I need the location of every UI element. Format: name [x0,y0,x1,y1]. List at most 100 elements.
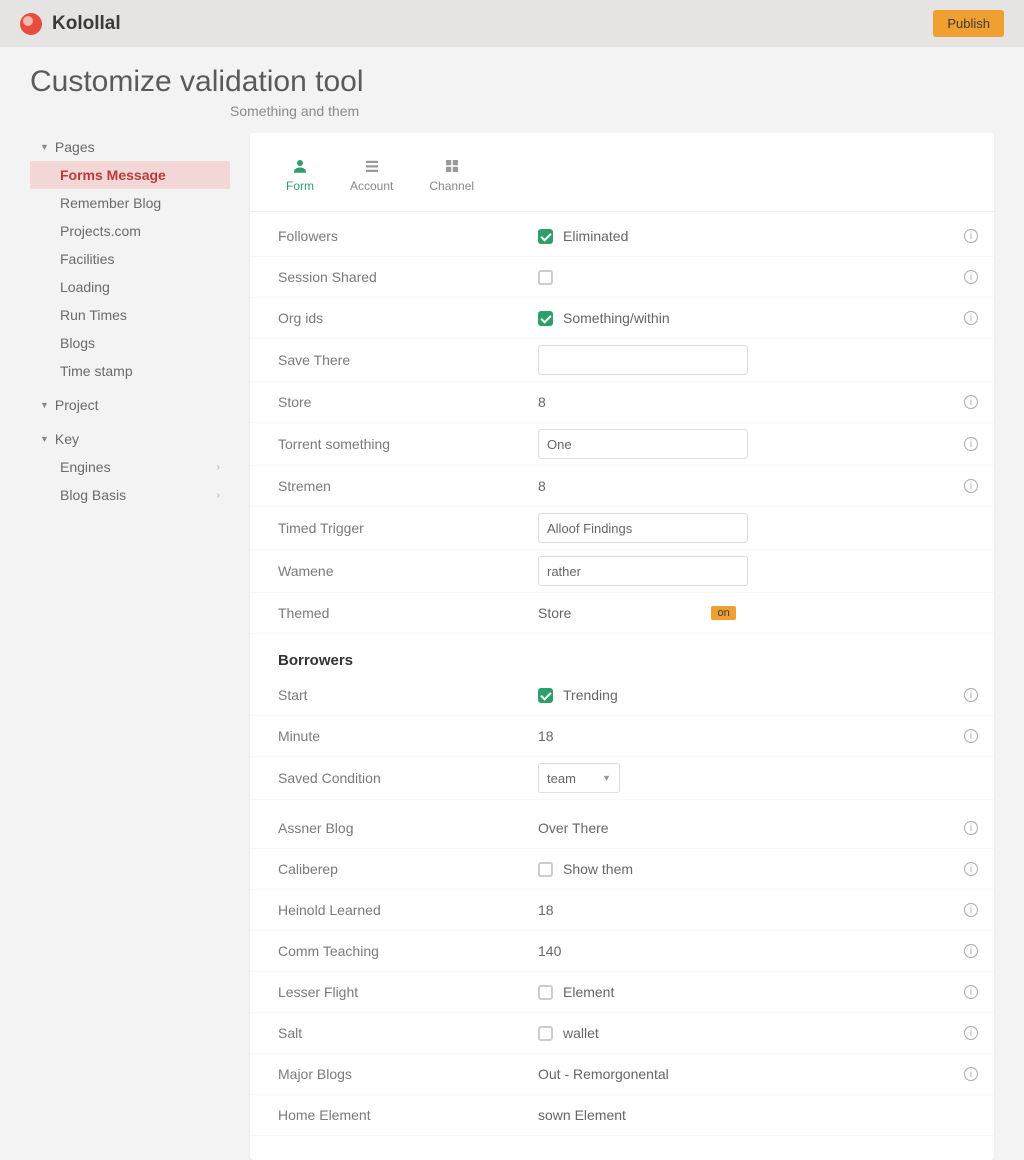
info-icon[interactable]: i [964,311,978,325]
info-icon[interactable]: i [964,1026,978,1040]
row-control [538,263,964,291]
info-icon[interactable]: i [964,729,978,743]
sidebar-item[interactable]: Time stamp [30,357,230,385]
text-input[interactable] [538,345,748,375]
publish-button[interactable]: Publish [933,10,1004,37]
form-row: Major BlogsOut - Remorgonentali [250,1054,994,1095]
sidebar-item[interactable]: Blogs [30,329,230,357]
checkbox[interactable] [538,688,553,703]
content-panel: Form Account Channel FollowersEliminated… [250,133,994,1160]
info-icon[interactable]: i [964,437,978,451]
status-badge: on [711,606,735,620]
info-icon[interactable]: i [964,1067,978,1081]
list-icon [361,155,383,177]
row-value: Out - Remorgonental [538,1066,669,1082]
row-value: Over There [538,820,609,836]
form-row: Comm Teaching140i [250,931,994,972]
text-input[interactable] [538,513,748,543]
sidebar-item[interactable]: Blog Basis › [30,481,230,509]
sidebar-item-label: Remember Blog [60,195,161,211]
info-icon[interactable]: i [964,985,978,999]
form-row: Wamene [250,550,994,593]
sidebar-item-label: Run Times [60,307,127,323]
form-row: Org idsSomething/withini [250,298,994,339]
checkbox[interactable] [538,985,553,1000]
tab-form[interactable]: Form [278,151,322,197]
row-control: Over There [538,814,964,842]
text-input[interactable] [538,556,748,586]
tab-channel[interactable]: Channel [421,151,482,197]
row-control: 18 [538,722,964,750]
checkbox-label: Trending [563,687,618,703]
sidebar-item[interactable]: Facilities [30,245,230,273]
select-value: team [547,771,576,786]
sidebar-header-pages[interactable]: ▼ Pages [30,133,230,161]
text-input[interactable] [538,429,748,459]
sidebar-item[interactable]: Run Times [30,301,230,329]
info-icon[interactable]: i [964,903,978,917]
breadcrumb: Something and them [30,103,359,119]
chevron-right-icon: › [217,490,220,501]
sidebar-item[interactable]: Remember Blog [30,189,230,217]
row-label: Themed [278,605,538,621]
row-label: Store [278,394,538,410]
row-label: Start [278,687,538,703]
checkbox[interactable] [538,311,553,326]
info-icon[interactable]: i [964,944,978,958]
form-row: Start Trending i [250,675,994,716]
row-label: Torrent something [278,436,538,452]
form-row: ThemedStoreon [250,593,994,634]
sidebar-header-label: Key [55,431,79,447]
row-label: Session Shared [278,269,538,285]
form-row: Saltwalleti [250,1013,994,1054]
checkbox[interactable] [538,862,553,877]
tab-account[interactable]: Account [342,151,401,197]
info-icon[interactable]: i [964,270,978,284]
form-row: Timed Trigger [250,507,994,550]
sidebar-item[interactable]: Forms Message [30,161,230,189]
sidebar-header-key[interactable]: ▼ Key [30,425,230,453]
sidebar-item[interactable]: Projects.com [30,217,230,245]
row-label: Caliberep [278,861,538,877]
sidebar-item-label: Engines [60,459,111,475]
row-label: Heinold Learned [278,902,538,918]
checkbox[interactable] [538,229,553,244]
checkbox-label: Element [563,984,614,1000]
sidebar-item[interactable]: Engines› [30,453,230,481]
row-label: Minute [278,728,538,744]
brand-name: Kolollal [52,13,121,35]
row-control: Show them [538,855,964,883]
row-value: 18 [538,902,554,918]
row-control: Eliminated [538,222,964,250]
select-input[interactable]: team▼ [538,763,620,793]
row-value: sown Element [538,1107,626,1123]
info-icon[interactable]: i [964,229,978,243]
info-icon[interactable]: i [964,395,978,409]
row-label: Saved Condition [278,770,538,786]
row-value: 18 [538,728,554,744]
caret-down-icon: ▼ [40,400,49,410]
sidebar-item-label: Blog Basis [60,487,126,503]
sidebar-header-label: Pages [55,139,95,155]
row-label: Timed Trigger [278,520,538,536]
form-row: Assner BlogOver Therei [250,808,994,849]
checkbox[interactable] [538,1026,553,1041]
info-icon[interactable]: i [964,862,978,876]
row-control [538,429,964,459]
row-control [538,345,978,375]
tab-label: Account [350,179,393,193]
sidebar-item[interactable]: Loading [30,273,230,301]
tab-label: Form [286,179,314,193]
sidebar: ▼ Pages Forms Message Remember Blog Projec… [30,133,230,1160]
info-icon[interactable]: i [964,821,978,835]
form-row: Save There [250,339,994,382]
caret-down-icon: ▼ [40,142,49,152]
page-title: Customize validation tool [30,65,994,99]
info-icon[interactable]: i [964,688,978,702]
info-icon[interactable]: i [964,479,978,493]
row-value: 8 [538,478,546,494]
row-control: Storeon [538,599,978,627]
checkbox[interactable] [538,270,553,285]
form-row: Torrent something i [250,423,994,466]
sidebar-header-project[interactable]: ▼ Project [30,391,230,419]
